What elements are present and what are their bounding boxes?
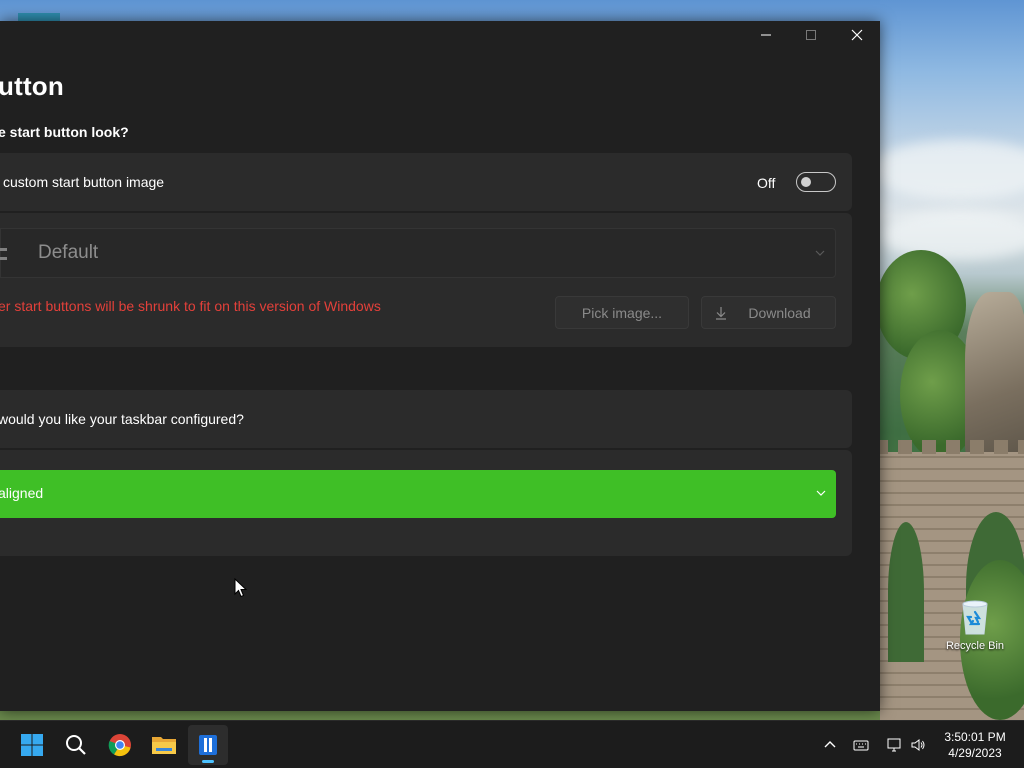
wallpaper-rock: [965, 292, 1024, 462]
start-thumbnail-icon: [0, 248, 7, 260]
pick-image-label: Pick image...: [581, 304, 663, 321]
start-style-dropdown[interactable]: Default: [0, 228, 836, 278]
chevron-up-icon: [824, 741, 836, 748]
download-icon: [716, 307, 726, 320]
toggle-knob: [801, 177, 811, 187]
file-explorer-taskbar-button[interactable]: [144, 725, 184, 765]
settings-window: utton e start button look? custom start …: [0, 21, 880, 711]
custom-image-label: custom start button image: [3, 174, 165, 190]
taskbar-clock[interactable]: 3:50:01 PM 4/29/2023: [935, 729, 1015, 761]
maximize-button[interactable]: [788, 21, 834, 49]
taskbar-alignment-value: aligned: [0, 485, 44, 501]
keyboard-icon: [853, 740, 869, 751]
show-hidden-icons-button[interactable]: [820, 721, 840, 768]
wallpaper-cloud: [870, 140, 1024, 200]
search-icon: [66, 735, 86, 755]
taskbar: 3:50:01 PM 4/29/2023: [0, 720, 1024, 768]
section-heading-start-button: e start button look?: [0, 124, 129, 140]
recycle-bin-shortcut[interactable]: Recycle Bin: [940, 598, 1010, 652]
taskbar-question-card: would you like your taskbar configured?: [0, 390, 852, 448]
taskbar-alignment-dropdown[interactable]: aligned: [0, 470, 836, 518]
file-explorer-icon: [152, 737, 176, 754]
volume-icon: [911, 739, 925, 751]
custom-image-toggle[interactable]: [796, 172, 836, 192]
start-button[interactable]: [12, 725, 52, 765]
download-button[interactable]: Download: [701, 296, 836, 329]
app-taskbar-button[interactable]: [188, 725, 228, 765]
taskbar-question-label: would you like your taskbar configured?: [0, 411, 244, 427]
pick-image-button[interactable]: Pick image...: [555, 296, 689, 329]
network-icon: [887, 738, 901, 752]
recycle-bin-label: Recycle Bin: [945, 640, 1005, 652]
chevron-down-icon: [815, 250, 825, 256]
chrome-taskbar-button[interactable]: [100, 725, 140, 765]
close-icon: [851, 29, 863, 41]
app-icon: [199, 735, 217, 755]
search-button[interactable]: [56, 725, 96, 765]
minimize-icon: [761, 34, 771, 36]
clock-time: 3:50:01 PM: [944, 730, 1006, 744]
shrink-warning-text: er start buttons will be shrunk to fit o…: [0, 298, 381, 314]
active-indicator: [202, 760, 214, 763]
maximize-icon: [806, 30, 816, 40]
network-button[interactable]: [884, 721, 904, 768]
wallpaper-cloud: [880, 210, 1024, 260]
clock-date: 4/29/2023: [948, 746, 1002, 760]
minimize-button[interactable]: [743, 21, 789, 49]
page-title: utton: [0, 71, 64, 101]
close-button[interactable]: [834, 21, 880, 49]
wallpaper-arch: [888, 522, 924, 662]
toggle-state-label: Off: [757, 175, 776, 191]
volume-button[interactable]: [908, 721, 928, 768]
chrome-icon: [108, 734, 131, 757]
start-style-value: Default: [38, 242, 99, 263]
chevron-down-icon: [816, 490, 826, 496]
recycle-bin-icon: [958, 598, 992, 636]
custom-image-card: custom start button image Off: [0, 153, 852, 211]
input-indicator[interactable]: [851, 721, 871, 768]
mouse-cursor-icon: [234, 578, 248, 598]
download-label: Download: [748, 304, 811, 321]
windows-start-icon: [21, 734, 43, 756]
